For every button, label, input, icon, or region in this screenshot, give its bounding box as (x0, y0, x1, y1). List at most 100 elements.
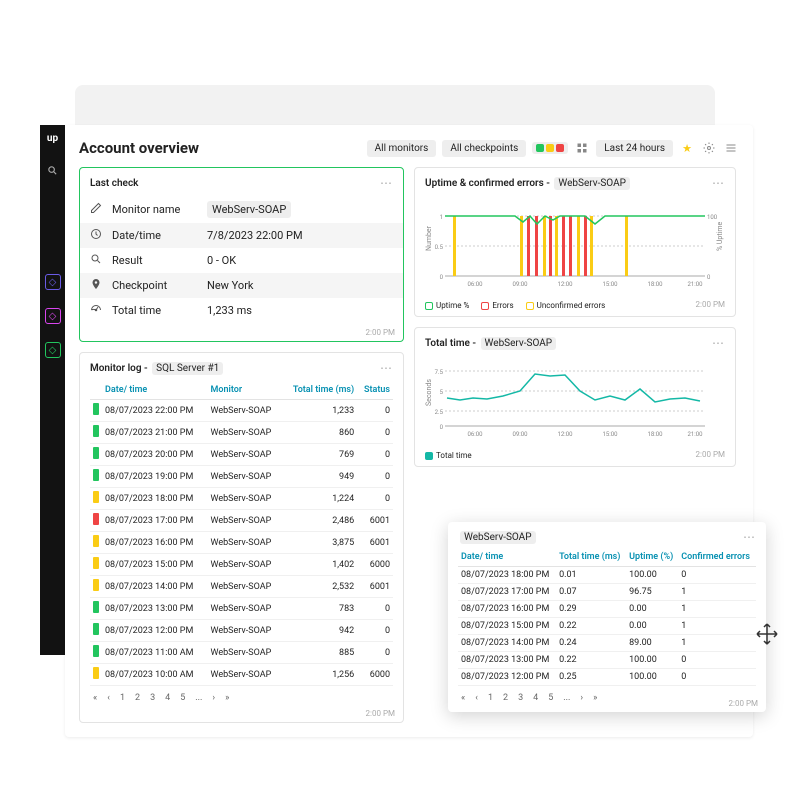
page-prev[interactable]: ‹ (104, 692, 113, 704)
table-row[interactable]: 08/07/2023 14:00 PM0.2489.001 (458, 635, 756, 652)
page-number[interactable]: ... (560, 692, 573, 704)
search-icon[interactable] (45, 162, 61, 178)
svg-text:06:00: 06:00 (468, 281, 484, 288)
page-number[interactable]: 1 (117, 692, 128, 704)
status-bar-icon (93, 557, 99, 569)
status-bar-icon (93, 535, 99, 547)
field-label: Checkpoint (112, 279, 207, 292)
table-row[interactable]: 08/07/2023 14:00 PMWebServ-SOAP2,5326001 (90, 576, 393, 598)
logo: up (47, 133, 58, 144)
table-row[interactable]: 08/07/2023 18:00 PMWebServ-SOAP1,2240 (90, 488, 393, 510)
timestamp: 2:00 PM (729, 699, 758, 708)
col-header[interactable]: Uptime (%) (626, 548, 678, 567)
timestamp: 2:00 PM (366, 328, 395, 337)
page-first[interactable]: « (458, 692, 468, 704)
col-header[interactable]: Total time (ms) (556, 548, 626, 567)
page-number[interactable]: 5 (177, 692, 188, 704)
page-prev[interactable]: ‹ (472, 692, 481, 704)
col-header[interactable]: Status (357, 381, 393, 400)
more-icon[interactable]: ⋯ (712, 336, 725, 350)
header: Account overview All monitors All checkp… (79, 139, 739, 157)
more-icon[interactable]: ⋯ (712, 176, 725, 190)
grid-icon[interactable] (574, 140, 590, 156)
table-row[interactable]: 08/07/2023 13:00 PMWebServ-SOAP7830 (90, 598, 393, 620)
field-label: Total time (112, 304, 207, 317)
table-row[interactable]: 08/07/2023 15:00 PMWebServ-SOAP1,4026000 (90, 554, 393, 576)
col-header[interactable]: Monitor (207, 381, 282, 400)
more-icon[interactable]: ⋯ (743, 530, 756, 544)
more-icon[interactable]: ⋯ (380, 361, 393, 375)
monitor-log-title: Monitor log - SQL Server #1 (90, 363, 223, 374)
more-icon[interactable]: ⋯ (380, 176, 393, 190)
table-row[interactable]: 08/07/2023 11:00 AMWebServ-SOAP8850 (90, 642, 393, 664)
table-row[interactable]: 08/07/2023 13:00 PM0.22100.000 (458, 652, 756, 669)
table-row[interactable]: 08/07/2023 12:00 PM0.25100.000 (458, 669, 756, 686)
table-row[interactable]: 08/07/2023 10:00 AMWebServ-SOAP1,2566000 (90, 664, 393, 686)
nav-icon-1[interactable]: ◇ (45, 274, 61, 290)
page-number[interactable]: 4 (530, 692, 541, 704)
pager[interactable]: « ‹ 12345... › » (458, 692, 756, 704)
last-check-title: Last check (90, 178, 138, 189)
page-number[interactable]: 3 (515, 692, 526, 704)
dot-yellow-icon (546, 144, 554, 152)
table-row[interactable]: 08/07/2023 17:00 PM0.0796.751 (458, 584, 756, 601)
field-value: 1,233 ms (207, 304, 252, 317)
field-label: Date/time (112, 229, 207, 242)
page-number[interactable]: 2 (132, 692, 143, 704)
page-number[interactable]: 1 (485, 692, 496, 704)
status-bar-icon (93, 579, 99, 591)
timestamp: 2:00 PM (366, 709, 395, 718)
page-number[interactable]: 2 (500, 692, 511, 704)
status-filter[interactable] (532, 142, 568, 154)
svg-text:1: 1 (440, 214, 443, 221)
table-row[interactable]: 08/07/2023 17:00 PMWebServ-SOAP2,4866001 (90, 510, 393, 532)
page-number[interactable]: 4 (162, 692, 173, 704)
page-first[interactable]: « (90, 692, 100, 704)
nav-icon-3[interactable]: ◇ (45, 342, 61, 358)
page-number[interactable]: 5 (545, 692, 556, 704)
timestamp: 2:00 PM (696, 450, 725, 459)
totaltime-chart-title: Total time - WebServ-SOAP (425, 338, 556, 349)
table-row[interactable]: 08/07/2023 12:00 PMWebServ-SOAP9420 (90, 620, 393, 642)
nav-icon-2[interactable]: ◇ (45, 308, 61, 324)
svg-text:0: 0 (707, 274, 711, 281)
table-row[interactable]: 08/07/2023 18:00 PM0.01100.000 (458, 567, 756, 584)
page-last[interactable]: » (222, 692, 232, 704)
table-row[interactable]: 08/07/2023 21:00 PMWebServ-SOAP8600 (90, 422, 393, 444)
move-handle-icon[interactable] (755, 622, 779, 646)
page-number[interactable]: 3 (147, 692, 158, 704)
table-row[interactable]: 08/07/2023 19:00 PMWebServ-SOAP9490 (90, 466, 393, 488)
table-row[interactable]: 08/07/2023 22:00 PMWebServ-SOAP1,2330 (90, 400, 393, 422)
pager[interactable]: « ‹ 12345... › » (90, 692, 393, 704)
menu-icon[interactable] (723, 140, 739, 156)
status-bar-icon (93, 469, 99, 481)
table-row[interactable]: 08/07/2023 16:00 PM0.290.001 (458, 601, 756, 618)
page-next[interactable]: › (577, 692, 586, 704)
svg-text:15:00: 15:00 (603, 281, 619, 288)
last-check-rows: Monitor nameWebServ-SOAPDate/time7/8/202… (90, 196, 393, 323)
field-value: WebServ-SOAP (207, 201, 291, 218)
table-row[interactable]: 08/07/2023 15:00 PM0.220.001 (458, 618, 756, 635)
page-last[interactable]: » (590, 692, 600, 704)
filter-checkpoints[interactable]: All checkpoints (442, 140, 526, 157)
col-header[interactable]: Date/ time (458, 548, 556, 567)
table-row[interactable]: 08/07/2023 20:00 PMWebServ-SOAP7690 (90, 444, 393, 466)
col-header[interactable]: Total time (ms) (282, 381, 357, 400)
page-next[interactable]: › (209, 692, 218, 704)
monitor-log-table: Date/ timeMonitorTotal time (ms)Status 0… (90, 381, 393, 686)
last-check-row: CheckpointNew York (80, 273, 403, 298)
col-header[interactable]: Date/ time (102, 381, 207, 400)
status-bar-icon (93, 667, 99, 679)
star-icon[interactable]: ★ (679, 140, 695, 156)
svg-text:2.5: 2.5 (435, 409, 444, 416)
table-row[interactable]: 08/07/2023 16:00 PMWebServ-SOAP3,8756001 (90, 532, 393, 554)
totaltime-legend: Total time (425, 451, 472, 460)
filter-monitors[interactable]: All monitors (367, 140, 437, 157)
page-number[interactable]: ... (192, 692, 205, 704)
field-label: Result (112, 254, 207, 267)
col-header[interactable]: Confirmed errors (678, 548, 756, 567)
pencil-icon (90, 202, 112, 217)
sidebar: up ◇ ◇ ◇ (40, 125, 65, 655)
time-range[interactable]: Last 24 hours (596, 140, 673, 157)
gear-icon[interactable] (701, 140, 717, 156)
